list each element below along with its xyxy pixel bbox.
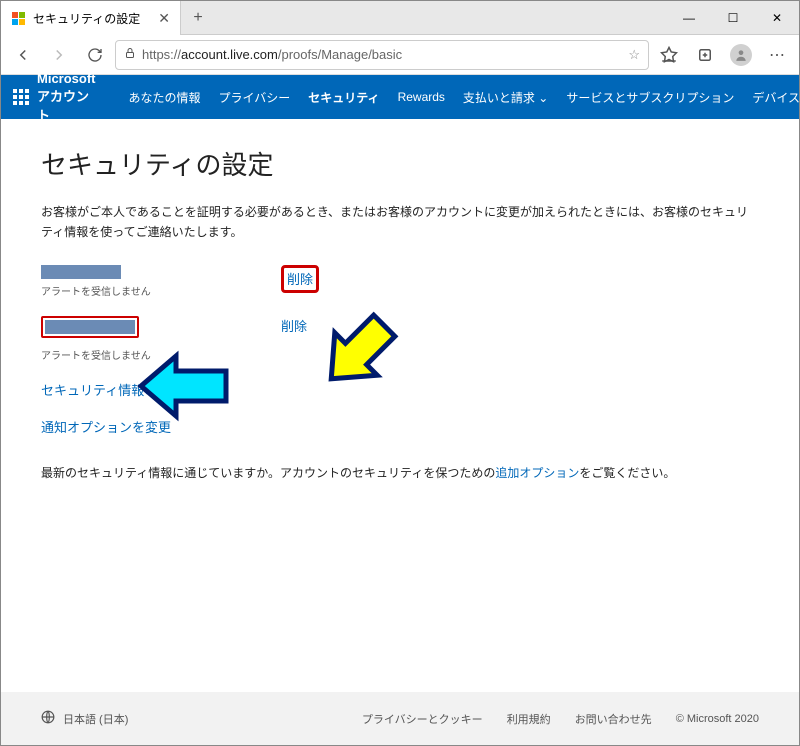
- tab-title: セキュリティの設定: [33, 10, 140, 27]
- footer-link-privacy[interactable]: プライバシーとクッキー: [362, 711, 483, 727]
- browser-toolbar: https://account.live.com/proofs/Manage/b…: [1, 35, 799, 75]
- page-content: セキュリティの設定 お客様がご本人であることを証明する必要があるとき、またはお客…: [1, 119, 799, 692]
- add-security-info-link[interactable]: セキュリティ情報の追加: [41, 380, 759, 399]
- change-notification-link[interactable]: 通知オプションを変更: [41, 417, 759, 436]
- microsoft-favicon: [11, 11, 25, 25]
- page-description: お客様がご本人であることを証明する必要があるとき、またはお客様のアカウントに変更…: [41, 202, 759, 243]
- app-launcher-icon[interactable]: [13, 83, 29, 111]
- refresh-button[interactable]: [79, 39, 111, 71]
- proof-info: アラートを受信しません: [41, 316, 281, 362]
- nav-item-services[interactable]: サービスとサブスクリプション: [559, 89, 741, 106]
- url-text: https://account.live.com/proofs/Manage/b…: [142, 47, 622, 62]
- address-bar[interactable]: https://account.live.com/proofs/Manage/b…: [115, 40, 649, 70]
- globe-icon: [41, 710, 55, 727]
- proof-info: アラートを受信しません: [41, 265, 281, 298]
- window-controls: — ☐ ✕: [667, 1, 799, 34]
- delete-proof-link[interactable]: 削除: [281, 316, 307, 335]
- tab-close-icon[interactable]: ✕: [158, 10, 170, 27]
- forward-button: [43, 39, 75, 71]
- microsoft-account-nav: Microsoft アカウント あなたの情報 プライバシー セキュリティ Rew…: [1, 75, 799, 119]
- delete-proof-link[interactable]: 削除: [287, 272, 313, 287]
- nav-item-security[interactable]: セキュリティ: [301, 89, 386, 106]
- nav-item-devices[interactable]: デバイス: [745, 89, 800, 106]
- new-tab-button[interactable]: +: [181, 1, 215, 34]
- proof-alert-status: アラートを受信しません: [41, 347, 281, 362]
- collections-icon[interactable]: [689, 39, 721, 71]
- copyright-label: © Microsoft 2020: [676, 713, 759, 725]
- additional-options-link[interactable]: 追加オプション: [495, 466, 579, 480]
- footer-link-contact[interactable]: お問い合わせ先: [575, 711, 652, 727]
- nav-item-payment[interactable]: 支払いと請求 ⌄: [456, 89, 555, 106]
- redacted-proof-value: [41, 265, 121, 279]
- proof-alert-status: アラートを受信しません: [41, 283, 281, 298]
- delete-highlight-box: 削除: [281, 265, 319, 293]
- nav-item-privacy[interactable]: プライバシー: [212, 89, 298, 106]
- window-maximize-button[interactable]: ☐: [711, 1, 755, 34]
- more-menu-button[interactable]: ⋯: [761, 39, 793, 71]
- favorite-star-icon[interactable]: ☆: [628, 47, 640, 63]
- window-titlebar: セキュリティの設定 ✕ + — ☐ ✕: [1, 1, 799, 35]
- proof-highlight-box: [41, 316, 139, 338]
- footer-link-terms[interactable]: 利用規約: [507, 711, 551, 727]
- window-close-button[interactable]: ✕: [755, 1, 799, 34]
- profile-button[interactable]: [725, 39, 757, 71]
- window-minimize-button[interactable]: —: [667, 1, 711, 34]
- security-proof-row: アラートを受信しません 削除: [41, 316, 759, 362]
- redacted-proof-value: [45, 320, 135, 334]
- page-heading: セキュリティの設定: [41, 145, 759, 182]
- favorites-icon[interactable]: [653, 39, 685, 71]
- page-footer: 日本語 (日本) プライバシーとクッキー 利用規約 お問い合わせ先 © Micr…: [1, 692, 799, 745]
- back-button[interactable]: [7, 39, 39, 71]
- brand-label[interactable]: Microsoft アカウント: [37, 71, 96, 124]
- footer-note: 最新のセキュリティ情報に通じていますか。アカウントのセキュリティを保つための追加…: [41, 464, 759, 481]
- locale-label[interactable]: 日本語 (日本): [63, 711, 128, 727]
- nav-item-rewards[interactable]: Rewards: [391, 90, 452, 104]
- avatar-icon: [730, 44, 752, 66]
- action-links: セキュリティ情報の追加 通知オプションを変更: [41, 380, 759, 436]
- nav-item-yourinfo[interactable]: あなたの情報: [122, 89, 208, 106]
- lock-icon: [124, 47, 136, 62]
- browser-tab[interactable]: セキュリティの設定 ✕: [1, 1, 181, 35]
- security-proof-row: アラートを受信しません 削除: [41, 265, 759, 298]
